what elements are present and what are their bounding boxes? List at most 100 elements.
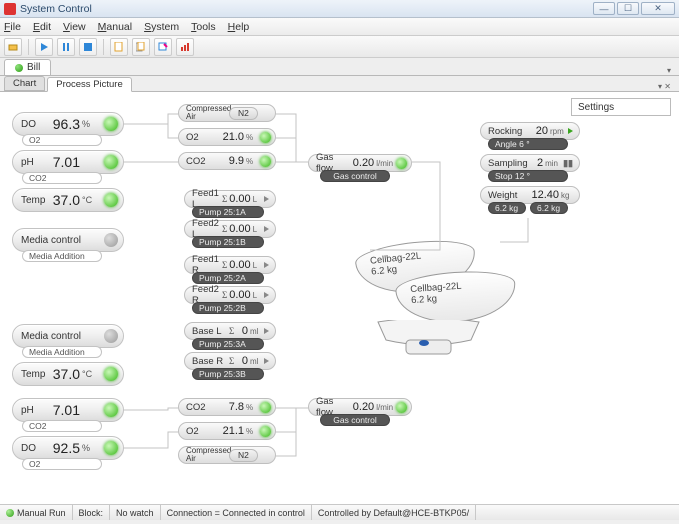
co2-2-pill[interactable]: CO2 7.8 % [178,398,276,416]
toolbar-pause-icon[interactable] [57,38,75,56]
do1-pill[interactable]: DO 96.3 % [12,112,124,136]
rocking-play-icon[interactable] [568,128,573,134]
gasflow2-unit: l/min [374,403,396,412]
feed1r-unit: L [251,261,264,270]
sampling-unit: min [543,159,563,168]
play-icon[interactable] [264,262,269,268]
tab-chart[interactable]: Chart [4,76,45,91]
comp1-label: Compressed Air [179,105,229,121]
o2-1-pill[interactable]: O2 21.0 % [178,128,276,146]
process-canvas: Settings DO 96.3 % O2 pH 7.01 CO2 Temp 3… [0,92,679,504]
gasflow2-value: 0.20 [353,401,374,413]
status-dot-icon [15,64,23,72]
weight-sub-l: 6.2 kg [488,202,526,214]
feed2l-unit: L [251,225,264,234]
o2-2-value: 21.1 [207,425,244,437]
n2-button-1[interactable]: N2 [229,107,258,120]
toolbar-play-icon[interactable] [35,38,53,56]
do1-value: 96.3 [51,116,82,132]
play-icon[interactable] [264,292,269,298]
doc-tab-dropdown-icon[interactable]: ▾ [667,66,675,75]
o2-2-pill[interactable]: O2 21.1 % [178,422,276,440]
toolbar-doc-icon[interactable] [110,38,128,56]
feed2l-sub: Pump 25:1B [192,236,264,248]
settings-button[interactable]: Settings [571,98,671,116]
toolbar-chart-icon[interactable] [176,38,194,56]
n2-button-2[interactable]: N2 [229,449,258,462]
ph1-pill[interactable]: pH 7.01 [12,150,124,174]
media1-sub: Media Addition [22,250,102,262]
sampling-label: Sampling [481,158,525,169]
menu-view[interactable]: View [63,21,86,33]
window-title: System Control [20,3,591,15]
gasflow1-sub: Gas control [320,170,390,182]
do2-led-icon [104,441,118,455]
gasflow2-sub: Gas control [320,414,390,426]
toolbar-stop-icon[interactable] [79,38,97,56]
weight-unit: kg [559,191,579,200]
temp2-value: 37.0 [51,366,82,382]
toolbar [0,36,679,58]
play-icon[interactable] [264,328,269,334]
weight-sub-r: 6.2 kg [530,202,568,214]
rocker-base-icon [376,320,481,358]
basel-value: 0 [236,325,248,337]
media2-pill[interactable]: Media control [12,324,124,348]
vessel-graphic: Cellbag-22L 6.2 kg Cellbag-22L 6.2 kg [348,242,528,382]
menu-system[interactable]: System [144,21,179,33]
basel-label: Base L [185,326,229,337]
play-icon[interactable] [264,226,269,232]
o2-2-label: O2 [179,426,207,437]
ph2-led-icon [104,403,118,417]
menu-edit[interactable]: Edit [33,21,51,33]
do2-pill[interactable]: DO 92.5 % [12,436,124,460]
menu-manual[interactable]: Manual [98,21,132,33]
sampling-pause-icon[interactable]: ▮▮ [563,158,573,169]
tab-process-picture[interactable]: Process Picture [47,77,132,92]
basel-sub: Pump 25:3A [192,338,264,350]
baser-sub: Pump 25:3B [192,368,264,380]
menu-help[interactable]: Help [228,21,250,33]
co2-1-pill[interactable]: CO2 9.9 % [178,152,276,170]
rocking-value: 20 [525,125,548,137]
gasflow2-led-icon [396,402,407,413]
temp1-value: 37.0 [51,192,82,208]
o2-1-led-icon [260,132,271,143]
do2-unit: % [82,443,104,453]
menu-tools[interactable]: Tools [191,21,216,33]
feed2l-value: 0.00 [229,223,250,235]
media1-pill[interactable]: Media control [12,228,124,252]
feed1r-value: 0.00 [229,259,250,271]
ph1-value: 7.01 [51,154,82,170]
ph2-pill[interactable]: pH 7.01 [12,398,124,422]
media2-label: Media control [13,331,87,342]
ph1-led-icon [104,155,118,169]
feed2r-unit: L [251,291,264,300]
tab-dropdown-icon[interactable]: ▾ ✕ [658,82,675,91]
maximize-button[interactable]: ☐ [617,2,639,15]
play-icon[interactable] [264,196,269,202]
close-button[interactable]: ✕ [641,2,675,15]
doc-tab-bill[interactable]: Bill [4,59,51,75]
temp1-pill[interactable]: Temp 37.0 °C [12,188,124,212]
co2-2-led-icon [260,402,271,413]
gasflow1-unit: l/min [374,159,396,168]
temp1-led-icon [104,193,118,207]
status-conn: Connection = Connected in control [161,505,312,520]
do2-sub: O2 [22,458,102,470]
baser-unit: ml [248,357,264,366]
play-icon[interactable] [264,358,269,364]
comp2-label: Compressed Air [179,447,229,463]
toolbar-docs-icon[interactable] [132,38,150,56]
weight-value: 12.40 [525,189,559,201]
compressed-air-2[interactable]: Compressed Air N2 [178,446,276,464]
menu-file[interactable]: File [4,21,21,33]
temp2-pill[interactable]: Temp 37.0 °C [12,362,124,386]
minimize-button[interactable]: — [593,2,615,15]
toolbar-edit-icon[interactable] [154,38,172,56]
toolbar-open-icon[interactable] [4,38,22,56]
weight-label: Weight [481,190,525,201]
compressed-air-1[interactable]: Compressed Air N2 [178,104,276,122]
gasflow1-led-icon [396,158,407,169]
co2-1-label: CO2 [179,156,207,167]
